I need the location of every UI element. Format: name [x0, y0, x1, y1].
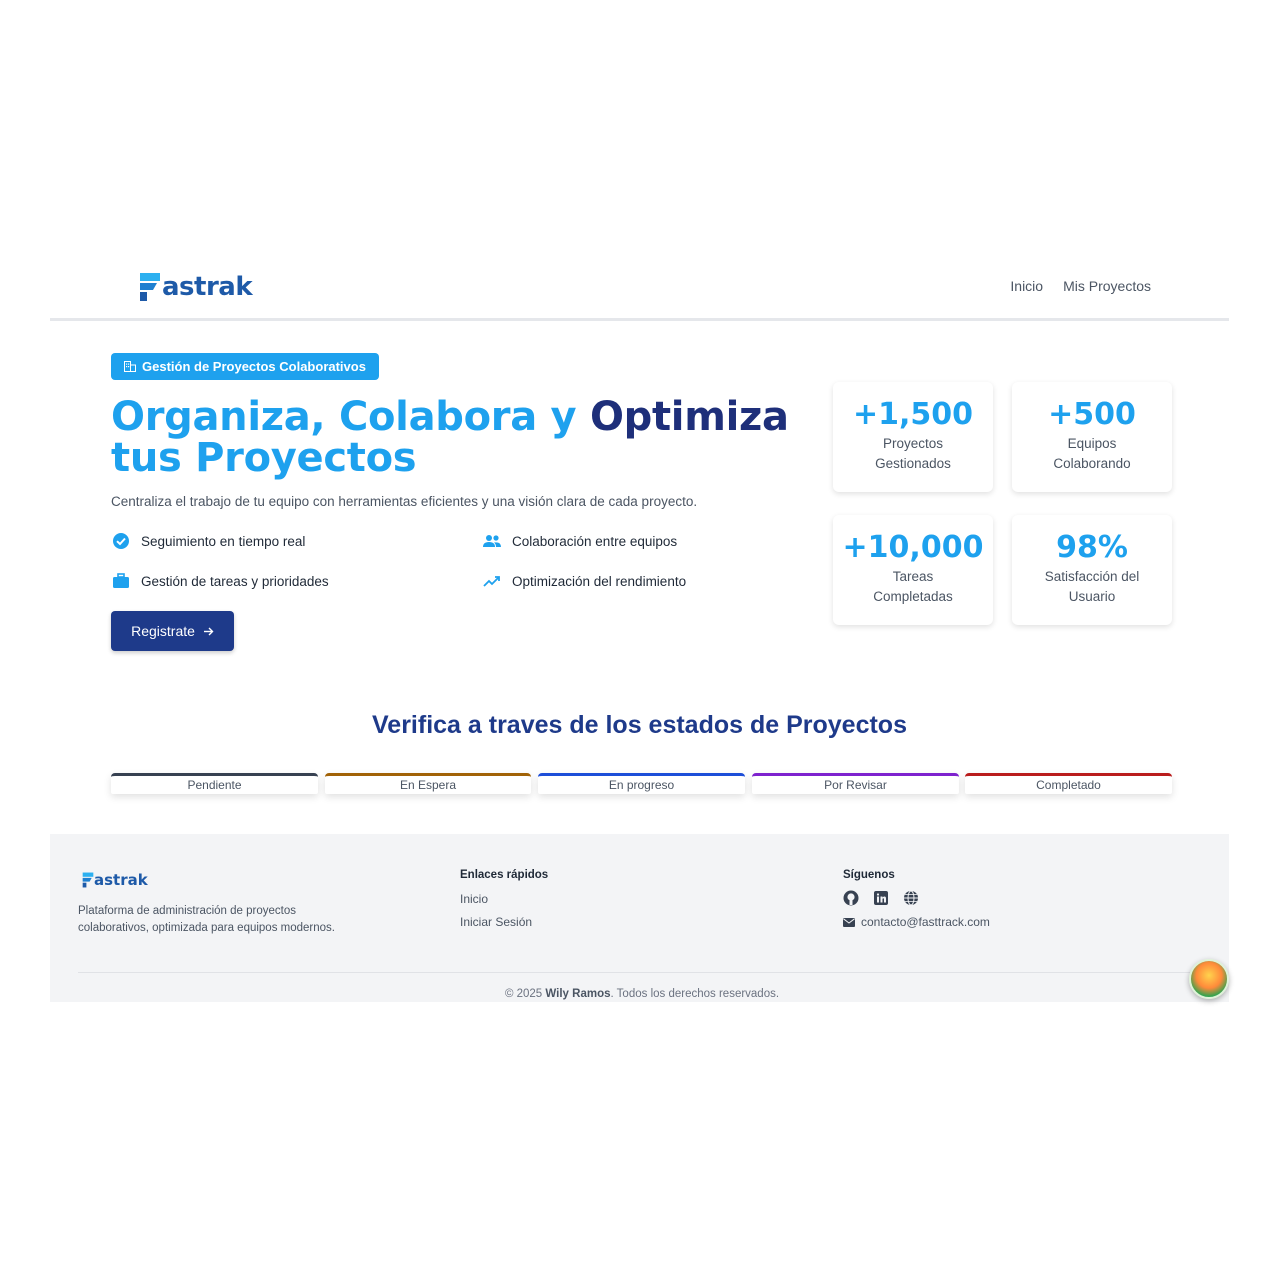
footer-divider: [78, 972, 1202, 973]
stat-card: +10,000 Tareas Completadas: [833, 515, 993, 625]
feature-item: Gestión de tareas y prioridades: [111, 571, 329, 591]
stat-card: +500 Equipos Colaborando: [1012, 382, 1172, 492]
status-label: Completado: [1036, 778, 1101, 792]
hero-title-part-3: tus Proyectos: [111, 435, 417, 481]
stat-label: Satisfacción del Usuario: [1012, 567, 1172, 607]
register-button-label: Registrate: [131, 623, 195, 639]
users-icon: [482, 531, 502, 551]
logo[interactable]: astrak: [139, 272, 253, 302]
footer-link-inicio[interactable]: Inicio: [460, 892, 488, 906]
stat-value: +1,500: [852, 397, 974, 432]
stat-label-line: Usuario: [1068, 589, 1116, 604]
footer-copyright: © 2025 Wily Ramos. Todos los derechos re…: [50, 988, 1234, 1000]
stat-label: Tareas Completadas: [833, 567, 993, 607]
stat-label-line: Proyectos: [882, 436, 944, 451]
stat-label-line: Tareas: [892, 569, 934, 584]
footer-logo-text: astrak: [94, 871, 148, 889]
site-header: astrak Inicio Mis Proyectos: [50, 250, 1229, 321]
copyright-suffix: . Todos los derechos reservados.: [610, 988, 780, 1000]
feature-label: Optimización del rendimiento: [512, 573, 687, 589]
stat-value: +10,000: [842, 530, 984, 565]
hero-title: Organiza, Colabora y Optimiza tus Proyec…: [111, 397, 831, 479]
hero-subtitle: Centraliza el trabajo de tu equipo con h…: [111, 494, 698, 509]
logo-f-icon: [140, 273, 160, 301]
hero-badge-label: Gestión de Proyectos Colaborativos: [142, 359, 366, 374]
hero-title-part-2: Optimiza: [589, 394, 789, 440]
footer-description: Plataforma de administración de proyecto…: [78, 905, 335, 934]
stat-label-line: Completadas: [873, 589, 953, 604]
status-card-por-revisar[interactable]: Por Revisar: [752, 773, 959, 794]
status-card-en-espera[interactable]: En Espera: [325, 773, 531, 794]
footer-logo[interactable]: astrak: [82, 871, 148, 889]
feature-label: Seguimiento en tiempo real: [141, 533, 306, 549]
logo-f-icon: [82, 872, 94, 888]
feature-label: Colaboración entre equipos: [512, 533, 678, 549]
footer-email-text: contacto@fasttrack.com: [861, 915, 990, 929]
feature-item: Colaboración entre equipos: [482, 531, 677, 551]
footer-links-title: Enlaces rápidos: [460, 869, 549, 881]
feature-item: Seguimiento en tiempo real: [111, 531, 305, 551]
footer-socials: [843, 890, 919, 906]
globe-icon[interactable]: [903, 890, 919, 906]
stat-label: Proyectos Gestionados: [833, 434, 993, 474]
feature-label: Gestión de tareas y prioridades: [141, 573, 329, 589]
nav-link-mis-proyectos[interactable]: Mis Proyectos: [1063, 278, 1151, 294]
status-label: En progreso: [608, 778, 675, 792]
status-section-title: Verifica a traves de los estados de Proy…: [372, 711, 907, 739]
app-frame: astrak Inicio Mis Proyectos Gestión de P…: [50, 250, 1229, 1002]
stat-value: 98%: [1056, 530, 1128, 565]
feature-list: Seguimiento en tiempo real Colaboración …: [111, 531, 771, 611]
register-button[interactable]: Registrate: [111, 611, 234, 651]
stat-card: 98% Satisfacción del Usuario: [1012, 515, 1172, 625]
check-circle-icon: [111, 531, 131, 551]
arrow-right-icon: [203, 627, 214, 635]
feature-item: Optimización del rendimiento: [482, 571, 686, 591]
floating-assistant-button[interactable]: [1189, 959, 1229, 999]
footer-email[interactable]: contacto@fasttrack.com: [843, 915, 990, 929]
logo-text: astrak: [162, 272, 253, 302]
copyright-prefix: © 2025: [504, 988, 546, 1000]
stat-value: +500: [1048, 397, 1136, 432]
stat-label-line: Satisfacción del: [1044, 569, 1140, 584]
status-card-completado[interactable]: Completado: [965, 773, 1172, 794]
site-footer: astrak Plataforma de administración de p…: [50, 834, 1229, 1002]
stat-label-line: Colaborando: [1053, 456, 1131, 471]
stat-label-line: Equipos: [1067, 436, 1117, 451]
stat-label: Equipos Colaborando: [1012, 434, 1172, 474]
status-label: En Espera: [399, 778, 457, 792]
nav-link-inicio[interactable]: Inicio: [1010, 278, 1043, 294]
footer-link-iniciar-sesion[interactable]: Iniciar Sesión: [460, 915, 532, 929]
status-label: Pendiente: [187, 778, 242, 792]
github-icon[interactable]: [843, 890, 859, 906]
stat-card: +1,500 Proyectos Gestionados: [833, 382, 993, 492]
status-label: Por Revisar: [824, 778, 887, 792]
hero-badge: Gestión de Proyectos Colaborativos: [111, 353, 379, 380]
envelope-icon: [843, 917, 855, 927]
trending-up-icon: [482, 571, 502, 591]
top-nav: Inicio Mis Proyectos: [1010, 278, 1151, 294]
building-icon: [124, 361, 136, 372]
hero-title-part-1: Organiza, Colabora y: [111, 394, 590, 440]
status-card-pendiente[interactable]: Pendiente: [111, 773, 318, 794]
briefcase-icon: [111, 571, 131, 591]
footer-social-title: Síguenos: [843, 869, 895, 881]
linkedin-icon[interactable]: [873, 890, 889, 906]
stat-label-line: Gestionados: [875, 456, 951, 471]
status-card-en-progreso[interactable]: En progreso: [538, 773, 745, 794]
copyright-name: Wily Ramos: [545, 988, 611, 1000]
